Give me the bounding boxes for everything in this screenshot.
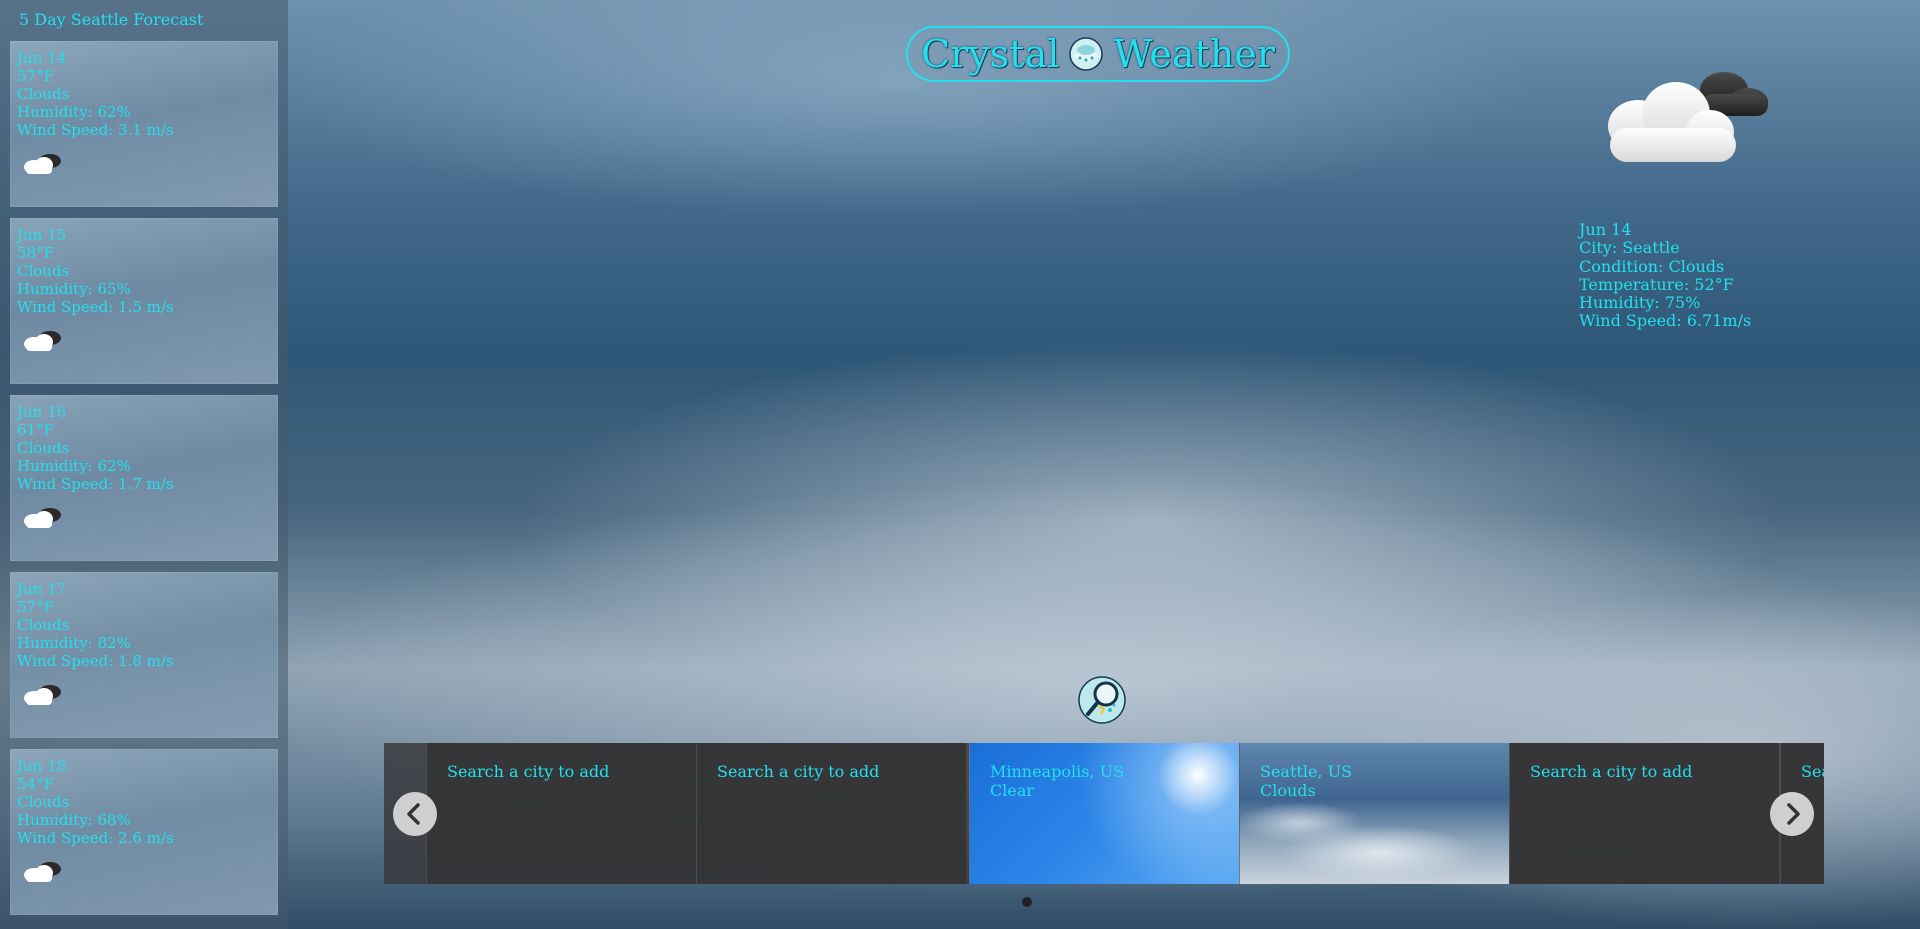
day-condition: Clouds [17,262,70,280]
day-temp: 57°F [17,598,54,616]
slide-line-2: Clouds [1260,781,1316,800]
carousel-next-button[interactable] [1770,792,1814,836]
day-condition: Clouds [17,793,70,811]
day-humidity: Humidity: 62% [17,457,131,475]
day-temp: 57°F [17,67,54,85]
search-icon[interactable] [1078,676,1126,724]
current-date: Jun 14 [1579,220,1632,239]
city-slide[interactable]: Search a city to add [1509,743,1779,884]
current-condition: Condition: Clouds [1579,256,1725,276]
cloud-icon [24,685,61,705]
slide-line-2: Clear [990,781,1035,800]
day-wind: Wind Speed: 1.5 m/s [17,298,174,316]
current-weather-panel: Jun 14 City: Seattle Condition: Clouds T… [1579,220,1752,331]
forecast-day-card: Jun 15 58°F Clouds Humidity: 65% Wind Sp… [10,218,278,384]
slide-line-1: Search a city to add [1530,762,1693,781]
forecast-day-card: Jun 14 57°F Clouds Humidity: 62% Wind Sp… [10,41,278,207]
app-title: Crystal Weather [906,26,1290,82]
current-city: City: Seattle [1579,238,1680,258]
day-date: Jun 15 [17,226,67,244]
slide-line-1: Minneapolis, US [990,762,1125,781]
day-condition: Clouds [17,439,70,457]
day-date: Jun 17 [17,580,67,598]
city-slide-minneapolis[interactable]: Minneapolis, US Clear [969,743,1239,884]
cloud-icon [24,508,61,528]
day-condition: Clouds [17,616,70,634]
day-date: Jun 14 [17,49,67,67]
carousel-page-indicator[interactable] [1022,897,1032,907]
cloud-icon [24,154,61,174]
forecast-sidebar: 5 Day Seattle Forecast Jun 14 57°F Cloud… [0,0,288,929]
day-wind: Wind Speed: 1.8 m/s [17,652,174,670]
forecast-day-card: Jun 16 61°F Clouds Humidity: 62% Wind Sp… [10,395,278,561]
day-temp: 58°F [17,244,54,262]
day-date: Jun 16 [17,403,67,421]
day-wind: Wind Speed: 3.1 m/s [17,121,174,139]
carousel-prev-button[interactable] [393,792,437,836]
day-condition: Clouds [17,85,70,103]
slide-text: Search a city to add [447,762,609,781]
sidebar-title: 5 Day Seattle Forecast [19,10,204,29]
current-temperature: Temperature: 52°F [1579,274,1734,294]
day-humidity: Humidity: 68% [17,811,131,829]
city-slide[interactable]: Search a city to add [426,743,696,884]
day-humidity: Humidity: 65% [17,280,131,298]
slide-line-1: Search a city to add [1801,762,1824,781]
slide-text: Minneapolis, US Clear [990,762,1124,800]
day-date: Jun 18 [17,757,67,775]
day-humidity: Humidity: 82% [17,634,131,652]
day-wind: Wind Speed: 1.7 m/s [17,475,174,493]
slide-text: Search a city to add [717,762,879,781]
forecast-day-card: Jun 18 54°F Clouds Humidity: 68% Wind Sp… [10,749,278,915]
cloud-icon [24,862,61,882]
city-slide-seattle[interactable]: Seattle, US Clouds [1239,743,1509,884]
cloud-icon [1608,72,1768,162]
day-temp: 61°F [17,421,54,439]
day-temp: 54°F [17,775,54,793]
day-humidity: Humidity: 62% [17,103,131,121]
title-word-crystal: Crystal [921,32,1060,76]
forecast-day-card: Jun 17 57°F Clouds Humidity: 82% Wind Sp… [10,572,278,738]
slide-text: Search a city to add [1530,762,1692,781]
chevron-right-icon [1787,803,1800,825]
current-humidity: Humidity: 75% [1579,293,1701,313]
cloud-icon [24,331,61,351]
slide-line-1: Search a city to add [717,762,880,781]
crystal-ball-icon [1069,37,1104,71]
current-wind: Wind Speed: 6.71m/s [1579,311,1752,331]
slide-text: Seattle, US Clouds [1260,762,1352,800]
title-word-weather: Weather [1113,32,1275,76]
city-carousel: Search a city to add Search a city to ad… [384,743,1824,884]
slide-line-1: Seattle, US [1260,762,1353,781]
slide-text: Search a city to add [1801,762,1824,781]
chevron-left-icon [407,803,420,825]
city-slide[interactable]: Search a city to add [696,743,966,884]
day-wind: Wind Speed: 2.6 m/s [17,829,174,847]
slide-line-1: Search a city to add [447,762,610,781]
